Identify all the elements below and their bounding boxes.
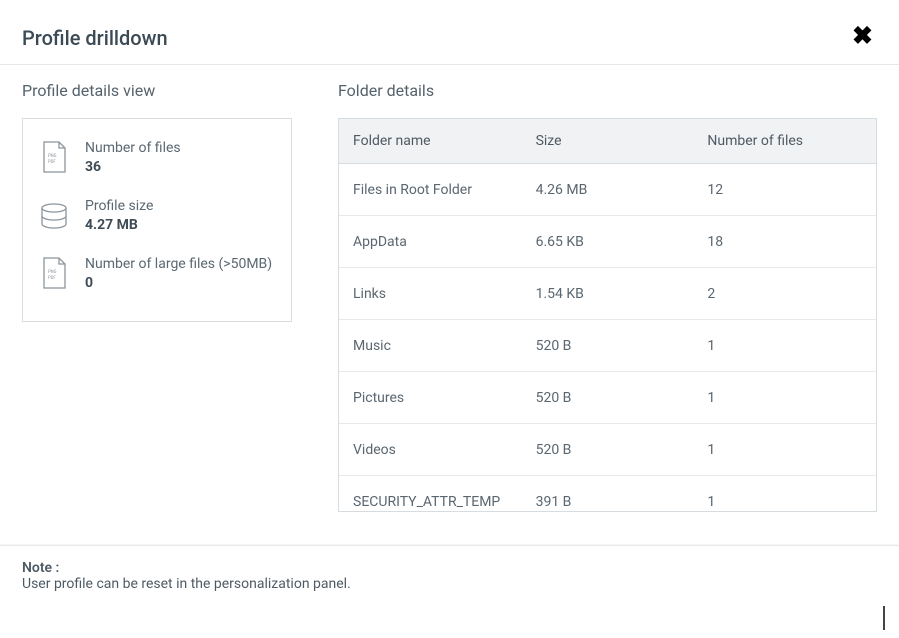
cell-size: 520 B <box>522 320 694 371</box>
cell-size: 520 B <box>522 424 694 475</box>
close-icon[interactable]: ✖ <box>852 24 873 49</box>
col-header-size[interactable]: Size <box>522 119 694 163</box>
cell-folder-name: Music <box>339 320 522 371</box>
svg-text:PDF: PDF <box>48 276 56 281</box>
cell-folder-name: Pictures <box>339 372 522 423</box>
table-row[interactable]: Files in Root Folder4.26 MB12 <box>339 164 876 216</box>
page-title: Profile drilldown <box>22 26 877 50</box>
cell-count: 1 <box>693 476 876 511</box>
dialog-header: Profile drilldown ✖ <box>0 0 899 65</box>
svg-text:PNG: PNG <box>48 154 57 159</box>
cell-count: 12 <box>693 164 876 215</box>
col-header-name[interactable]: Folder name <box>339 119 522 163</box>
summary-row-profile-size: Profile size 4.27 MB <box>23 185 291 243</box>
table-row[interactable]: Music520 B1 <box>339 320 876 372</box>
table-body[interactable]: Files in Root Folder4.26 MB12AppData6.65… <box>339 164 876 511</box>
profile-summary-card: PNG PDF Number of files 36 <box>22 118 292 322</box>
cell-size: 4.26 MB <box>522 164 694 215</box>
folder-details-title: Folder details <box>338 81 877 100</box>
cell-folder-name: SECURITY_ATTR_TEMP <box>339 476 522 511</box>
footer-note: Note : User profile can be reset in the … <box>0 546 899 600</box>
cell-count: 1 <box>693 424 876 475</box>
files-icon: PNG PDF <box>39 255 69 293</box>
table-row[interactable]: Pictures520 B1 <box>339 372 876 424</box>
summary-text: Profile size 4.27 MB <box>85 197 275 233</box>
table-row[interactable]: SECURITY_ATTR_TEMP391 B1 <box>339 476 876 511</box>
cell-folder-name: AppData <box>339 216 522 267</box>
col-header-count[interactable]: Number of files <box>693 119 876 163</box>
cell-count: 2 <box>693 268 876 319</box>
cell-count: 1 <box>693 320 876 371</box>
svg-text:PDF: PDF <box>48 160 56 165</box>
folder-details-panel: Folder details Folder name Size Number o… <box>338 81 877 525</box>
cell-count: 18 <box>693 216 876 267</box>
summary-text: Number of files 36 <box>85 139 275 175</box>
table-row[interactable]: AppData6.65 KB18 <box>339 216 876 268</box>
summary-text: Number of large files (>50MB) 0 <box>85 255 275 291</box>
svg-text:PNG: PNG <box>48 270 57 275</box>
summary-value: 36 <box>85 159 275 175</box>
profile-details-title: Profile details view <box>22 81 292 100</box>
cell-folder-name: Videos <box>339 424 522 475</box>
cell-size: 520 B <box>522 372 694 423</box>
summary-label: Profile size <box>85 197 275 215</box>
cell-folder-name: Files in Root Folder <box>339 164 522 215</box>
table-row[interactable]: Videos520 B1 <box>339 424 876 476</box>
dialog-body: Profile details view PNG PDF Number of f… <box>0 65 899 525</box>
cell-folder-name: Links <box>339 268 522 319</box>
note-text: User profile can be reset in the persona… <box>22 576 351 592</box>
table-header: Folder name Size Number of files <box>339 119 876 164</box>
note-label: Note : <box>22 560 59 576</box>
files-icon: PNG PDF <box>39 139 69 177</box>
summary-row-num-files: PNG PDF Number of files 36 <box>23 127 291 185</box>
table-row[interactable]: Links1.54 KB2 <box>339 268 876 320</box>
profile-details-panel: Profile details view PNG PDF Number of f… <box>22 81 292 525</box>
summary-label: Number of large files (>50MB) <box>85 255 275 273</box>
cell-count: 1 <box>693 372 876 423</box>
cell-size: 6.65 KB <box>522 216 694 267</box>
cell-size: 391 B <box>522 476 694 511</box>
cell-size: 1.54 KB <box>522 268 694 319</box>
summary-row-large-files: PNG PDF Number of large files (>50MB) 0 <box>23 243 291 301</box>
text-cursor <box>883 606 885 630</box>
summary-value: 0 <box>85 275 275 291</box>
folder-table: Folder name Size Number of files Files i… <box>338 118 877 512</box>
summary-label: Number of files <box>85 139 275 157</box>
summary-value: 4.27 MB <box>85 217 275 233</box>
database-icon <box>39 197 69 235</box>
